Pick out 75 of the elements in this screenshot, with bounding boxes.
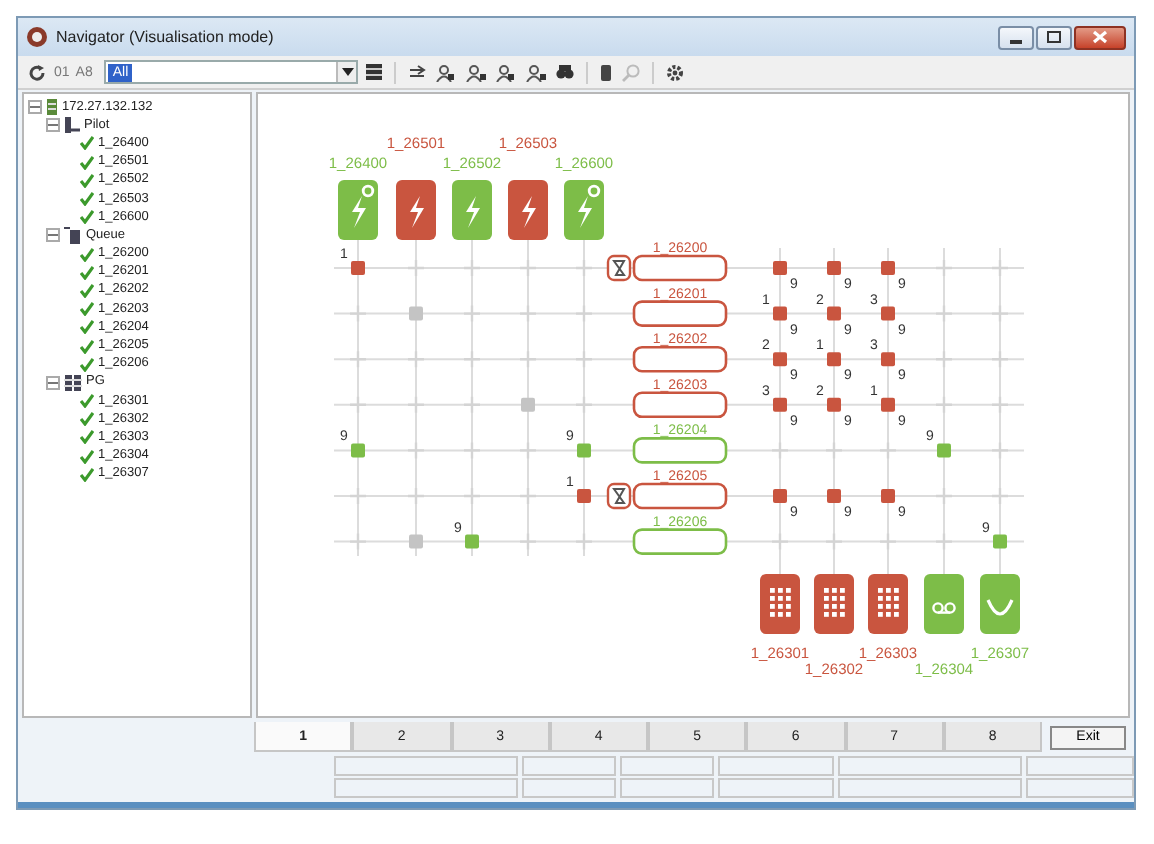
pilot-card[interactable] (338, 180, 378, 240)
node-square[interactable] (773, 352, 787, 367)
maximize-icon (1046, 30, 1062, 44)
status-bar-field (718, 756, 834, 776)
window-title: Navigator (Visualisation mode) (56, 28, 276, 46)
node-square[interactable] (773, 397, 787, 412)
pg-card[interactable] (760, 574, 800, 634)
node-square[interactable] (881, 489, 895, 503)
status-bar-field (1026, 756, 1134, 776)
expander-icon[interactable] (46, 118, 60, 133)
list-button[interactable] (364, 60, 385, 84)
phone-icon (64, 116, 80, 135)
group-icon (64, 373, 82, 392)
node-square[interactable] (881, 352, 895, 367)
node-square[interactable] (827, 261, 841, 275)
close-button[interactable] (1074, 25, 1126, 49)
user-button[interactable] (524, 60, 549, 84)
node-square[interactable] (827, 306, 841, 321)
node-square[interactable] (409, 306, 423, 321)
binoculars-button[interactable] (554, 60, 577, 84)
expander-icon[interactable] (28, 100, 42, 115)
expander-icon[interactable] (46, 228, 60, 243)
phone-button[interactable] (598, 60, 615, 84)
pg-card[interactable] (868, 574, 908, 634)
queue-box[interactable] (632, 482, 728, 510)
app-icon (26, 26, 48, 48)
queue-box[interactable] (632, 300, 728, 327)
pilot-card[interactable] (452, 180, 492, 240)
refresh-button[interactable] (26, 60, 48, 84)
queue-box[interactable] (632, 345, 728, 373)
queue-box[interactable] (632, 528, 728, 555)
pilot-card[interactable] (396, 180, 436, 240)
node-square[interactable] (465, 534, 479, 549)
node-square[interactable] (881, 261, 895, 275)
pilot-card[interactable] (508, 180, 548, 240)
expander-icon[interactable] (46, 375, 60, 390)
status-bar-field (620, 778, 714, 798)
node-square[interactable] (773, 261, 787, 275)
node-square[interactable] (577, 489, 591, 503)
status-bar-field (1026, 778, 1134, 798)
node-square[interactable] (881, 397, 895, 412)
user-button[interactable] (434, 60, 459, 84)
pg-card[interactable] (980, 574, 1020, 634)
queue-box[interactable] (632, 254, 728, 282)
queue-icon (64, 226, 82, 245)
caret-icon (341, 68, 354, 76)
node-square[interactable] (409, 534, 423, 549)
node-square[interactable] (881, 306, 895, 321)
node-square[interactable] (351, 443, 365, 458)
node-square[interactable] (937, 443, 951, 458)
server-icon (46, 98, 58, 117)
status-bar-field (522, 778, 616, 798)
node-square[interactable] (827, 352, 841, 367)
pilot-card[interactable] (564, 180, 604, 240)
pg-card[interactable] (924, 574, 964, 634)
status-bar-field (522, 756, 616, 776)
user-button[interactable] (494, 60, 519, 84)
settings-button[interactable] (664, 60, 687, 84)
node-square[interactable] (827, 397, 841, 412)
node-square[interactable] (351, 261, 365, 275)
node-square[interactable] (577, 443, 591, 458)
queue-box[interactable] (632, 391, 728, 419)
status-bar-field (718, 778, 834, 798)
close-icon (1092, 30, 1108, 44)
node-square[interactable] (827, 489, 841, 503)
node-square[interactable] (993, 534, 1007, 549)
queue-box[interactable] (632, 437, 728, 464)
user-button[interactable] (464, 60, 489, 84)
minimize-button[interactable] (998, 25, 1034, 49)
pg-card[interactable] (814, 574, 854, 634)
maximize-button[interactable] (1036, 25, 1072, 49)
node-square[interactable] (773, 489, 787, 503)
status-bar-field (620, 756, 714, 776)
node-square[interactable] (773, 306, 787, 321)
node-square[interactable] (521, 397, 535, 412)
